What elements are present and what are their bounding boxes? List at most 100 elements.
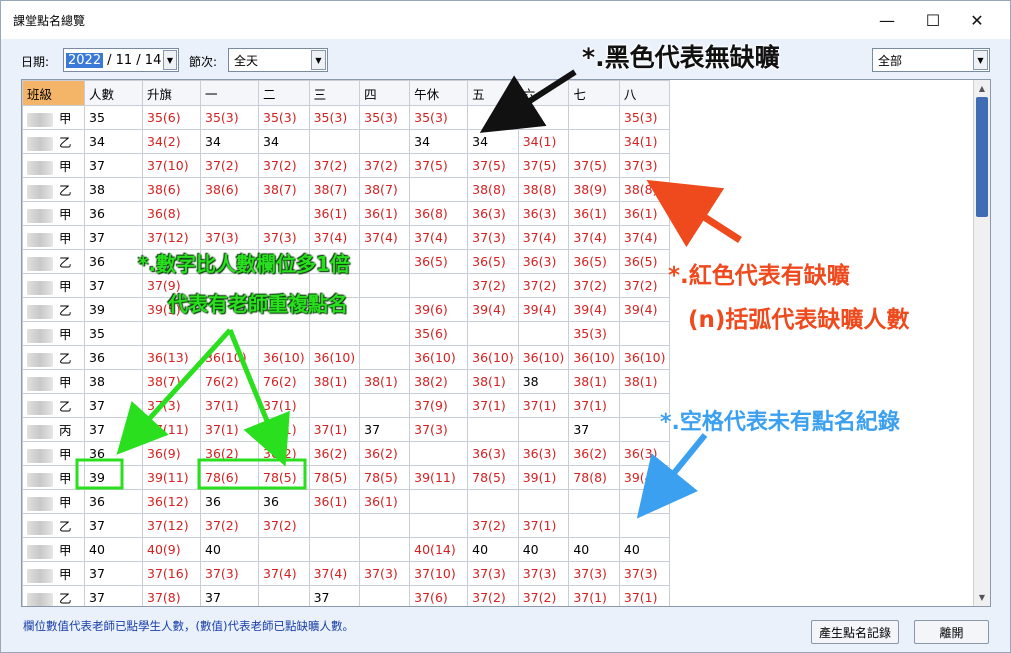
grid-cell[interactable]: 37(1) (517, 393, 570, 418)
grid-cell[interactable]: 37(10) (142, 153, 201, 178)
grid-cell[interactable] (517, 321, 570, 346)
grid-cell[interactable]: 40 (618, 537, 671, 562)
grid-cell[interactable]: 37(10) (409, 561, 469, 586)
grid-cell[interactable] (467, 105, 519, 130)
grid-cell[interactable]: 36(5) (409, 249, 469, 274)
grid-cell[interactable] (200, 321, 259, 346)
grid-cell[interactable]: 36(10) (517, 345, 570, 370)
table-row[interactable]: 乙 36 36(13) 36(10) 36(10) 36(10) 36(10) 36(10) 3… (22, 345, 671, 370)
grid-cell[interactable]: 36(3) (517, 201, 570, 226)
grid-cell[interactable]: 78(5) (308, 465, 361, 490)
grid-cell[interactable] (568, 513, 620, 538)
scroll-down-icon[interactable]: ▼ (974, 589, 990, 606)
grid-cell[interactable] (517, 489, 570, 514)
grid-cell[interactable] (258, 201, 310, 226)
grid-cell[interactable]: 37 (84, 417, 143, 442)
grid-cell[interactable]: 36(5) (618, 249, 671, 274)
table-row[interactable]: 甲 35 35(6) 35(3) (22, 321, 671, 346)
grid-cell[interactable]: 36(1) (568, 201, 620, 226)
grid-cell[interactable] (308, 321, 361, 346)
column-header[interactable]: 四 (359, 80, 411, 106)
class-cell[interactable]: 甲 (22, 273, 85, 298)
grid-cell[interactable]: 37(3) (142, 393, 201, 418)
class-cell[interactable]: 乙 (22, 129, 85, 154)
grid-cell[interactable]: 39 (84, 465, 143, 490)
grid-cell[interactable]: 37(4) (308, 561, 361, 586)
grid-cell[interactable]: 37(5) (517, 153, 570, 178)
grid-cell[interactable]: 37 (359, 417, 411, 442)
grid-cell[interactable]: 37(3) (200, 225, 259, 250)
grid-cell[interactable]: 36(1) (359, 489, 411, 514)
grid-cell[interactable]: 36(8) (409, 201, 469, 226)
grid-cell[interactable]: 34 (258, 129, 310, 154)
grid-cell[interactable] (142, 321, 201, 346)
grid-cell[interactable]: 35(3) (618, 105, 671, 130)
grid-cell[interactable]: 38 (84, 369, 143, 394)
grid-cell[interactable]: 78(6) (200, 465, 259, 490)
grid-cell[interactable]: 37 (84, 153, 143, 178)
grid-cell[interactable]: 36(3) (618, 441, 671, 466)
table-row[interactable]: 甲 36 36(9) 36(2) 36(2) 36(2) 36(2) 36(3) 36(3) 36… (22, 441, 671, 466)
grid-cell[interactable]: 38(7) (142, 369, 201, 394)
grid-cell[interactable]: 37(3) (258, 225, 310, 250)
grid-cell[interactable]: 36(2) (258, 441, 310, 466)
generate-record-button[interactable]: 產生點名記錄 (811, 620, 899, 644)
grid-cell[interactable]: 37(11) (142, 417, 201, 442)
class-cell[interactable]: 甲 (22, 201, 85, 226)
grid-cell[interactable]: 39(4) (568, 297, 620, 322)
column-header[interactable]: 八 (618, 80, 671, 106)
grid-cell[interactable] (517, 417, 570, 442)
grid-cell[interactable] (409, 441, 469, 466)
grid-cell[interactable]: 38(9) (568, 177, 620, 202)
column-header[interactable]: 午休 (409, 80, 469, 106)
grid-cell[interactable]: 37(4) (359, 225, 411, 250)
class-cell[interactable]: 甲 (22, 105, 85, 130)
grid-cell[interactable]: 37(16) (142, 561, 201, 586)
grid-cell[interactable] (618, 489, 671, 514)
grid-cell[interactable]: 36(5) (568, 249, 620, 274)
grid-cell[interactable]: 37(2) (308, 153, 361, 178)
grid-cell[interactable]: 39 (84, 297, 143, 322)
grid-cell[interactable]: 36(3) (467, 441, 519, 466)
grid-cell[interactable]: 36(10) (258, 345, 310, 370)
grid-cell[interactable]: 36(1) (308, 201, 361, 226)
table-row[interactable]: 乙 37 37(12) 37(2) 37(2) 37(2) 37(1) (22, 513, 671, 538)
class-cell[interactable]: 甲 (22, 369, 85, 394)
grid-cell[interactable]: 36(10) (568, 345, 620, 370)
grid-cell[interactable] (618, 321, 671, 346)
maximize-icon[interactable]: ☐ (919, 7, 947, 33)
grid-cell[interactable]: 36(5) (467, 249, 519, 274)
grid-cell[interactable] (359, 393, 411, 418)
grid-cell[interactable] (359, 321, 411, 346)
table-row[interactable]: 甲 37 37(16) 37(3) 37(4) 37(4) 37(3) 37(10) 37(3)… (22, 561, 671, 586)
table-row[interactable]: 甲 37 37(10) 37(2) 37(2) 37(2) 37(2) 37(5) 37(5) 3… (22, 153, 671, 178)
class-cell[interactable]: 乙 (22, 177, 85, 202)
period-select[interactable]: 全天 ▼ (228, 48, 328, 72)
grid-cell[interactable]: 37(1) (568, 393, 620, 418)
grid-cell[interactable]: 35(3) (258, 105, 310, 130)
class-cell[interactable]: 乙 (22, 513, 85, 538)
grid-cell[interactable]: 36(10) (308, 345, 361, 370)
grid-cell[interactable] (359, 129, 411, 154)
grid-cell[interactable]: 36(3) (467, 201, 519, 226)
grid-cell[interactable] (359, 513, 411, 538)
grid-cell[interactable]: 37(3) (359, 561, 411, 586)
grid-cell[interactable]: 37(4) (618, 225, 671, 250)
grid-cell[interactable]: 37(1) (618, 585, 671, 606)
grid-cell[interactable]: 38(2) (409, 369, 469, 394)
grid-cell[interactable]: 37(2) (467, 513, 519, 538)
grid-cell[interactable]: 37(8) (142, 585, 201, 606)
grid-cell[interactable]: 36(2) (200, 441, 259, 466)
grid-cell[interactable]: 40 (517, 537, 570, 562)
grid-cell[interactable]: 37(1) (467, 393, 519, 418)
grid-cell[interactable]: 78(8) (568, 465, 620, 490)
date-year[interactable]: 2022 (66, 52, 104, 68)
grid-cell[interactable]: 38(8) (517, 177, 570, 202)
table-row[interactable]: 丙 37 37(11) 37(1) 37(1) 37(1) 37 37(3) 37 (22, 417, 671, 442)
grid-cell[interactable]: 34(1) (618, 129, 671, 154)
close-icon[interactable]: ✕ (963, 7, 991, 33)
grid-cell[interactable]: 38(6) (200, 177, 259, 202)
grid-cell[interactable]: 37(2) (200, 513, 259, 538)
grid-cell[interactable]: 35 (84, 321, 143, 346)
grid-cell[interactable]: 36(10) (200, 345, 259, 370)
